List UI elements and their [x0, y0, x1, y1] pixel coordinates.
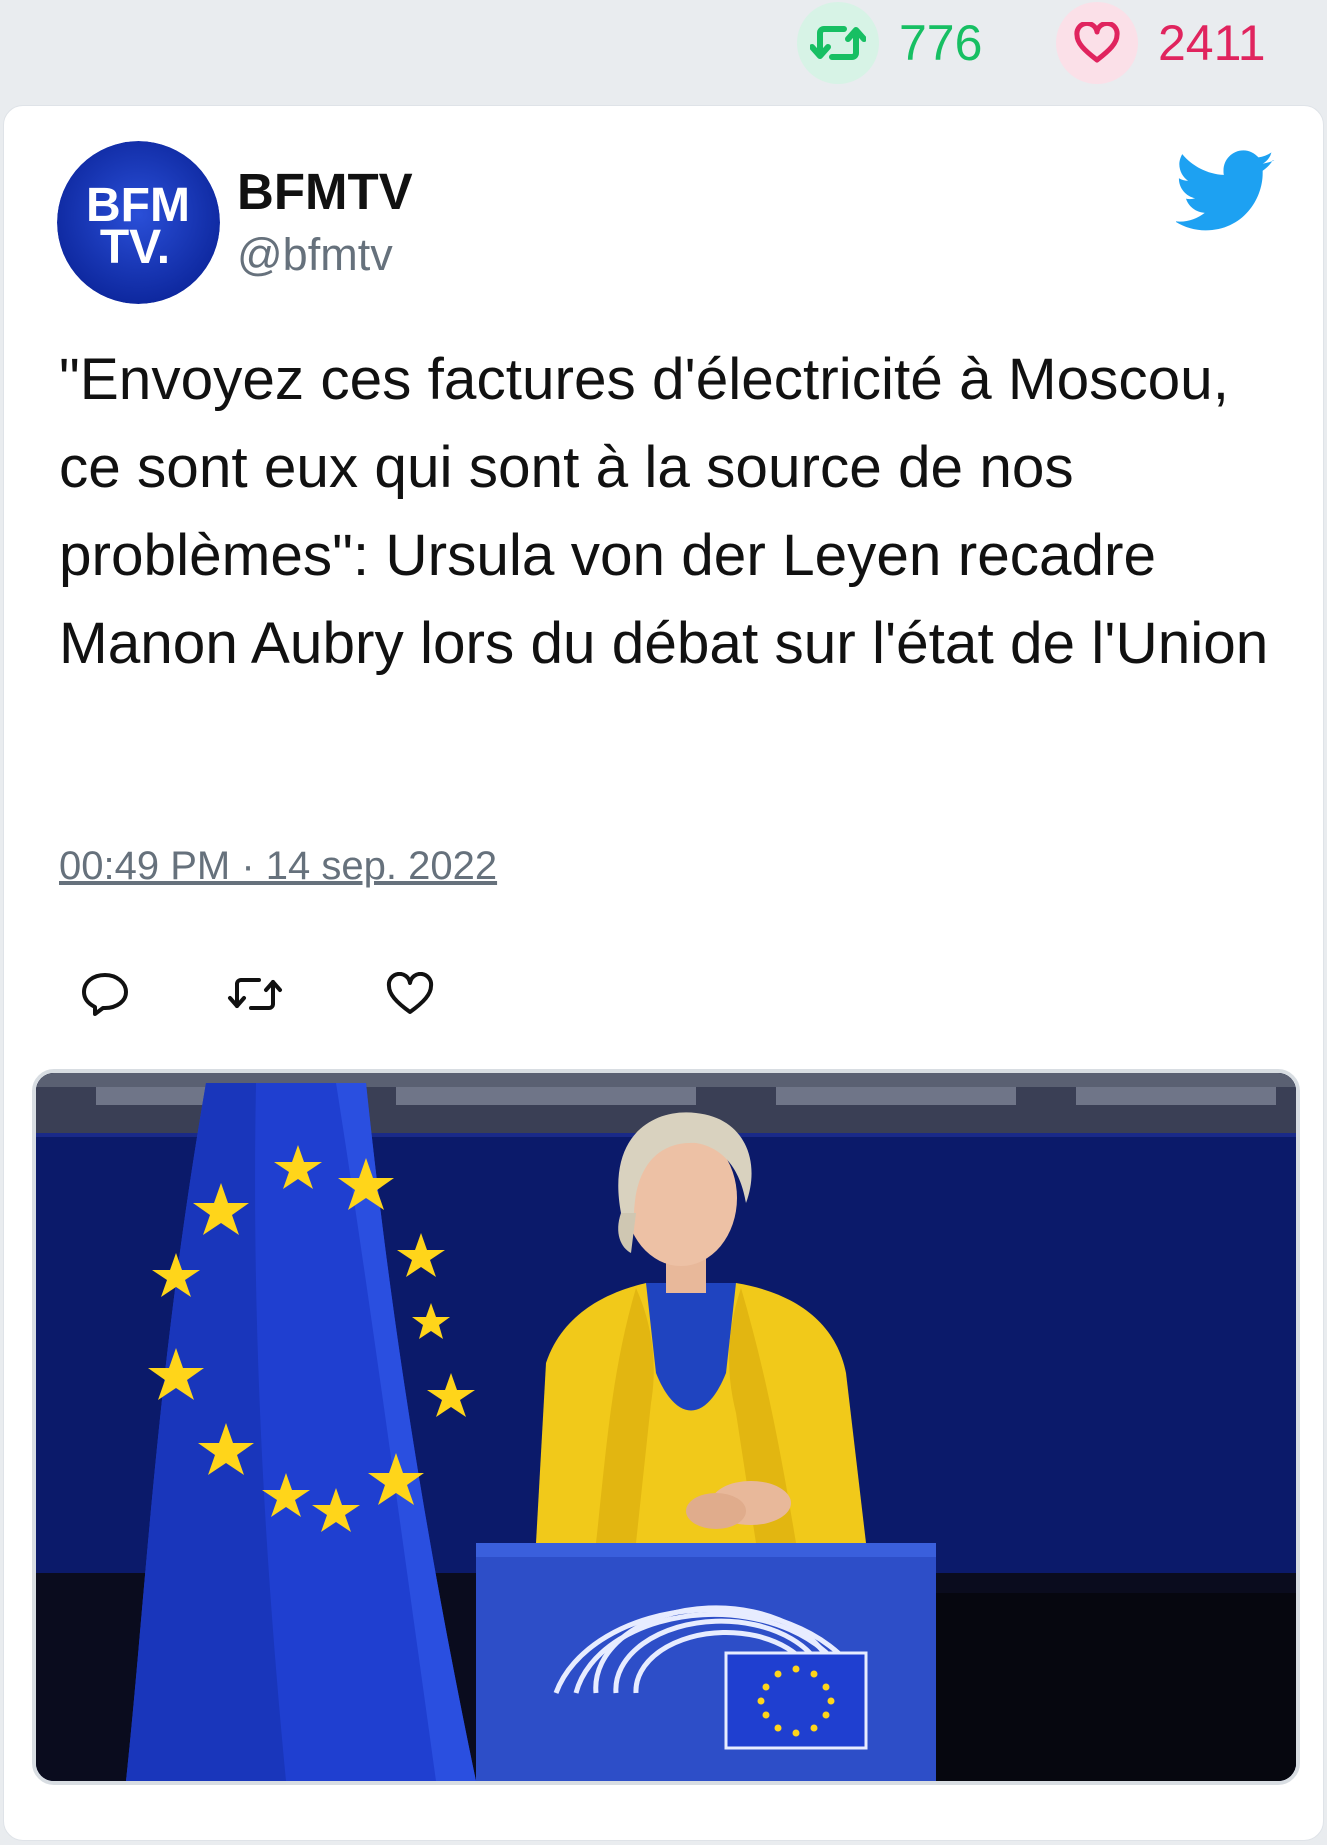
- twitter-bird-icon[interactable]: [1174, 150, 1276, 234]
- retweet-icon: [797, 2, 879, 84]
- like-stat[interactable]: 2411: [1056, 2, 1266, 84]
- avatar-logo-line-2: TV.: [100, 221, 170, 274]
- tweet-card: BFM TV. BFMTV @bfmtv "Envoyez ces factur…: [3, 105, 1324, 1841]
- author-avatar[interactable]: BFM TV.: [57, 141, 220, 304]
- retweet-icon[interactable]: [227, 966, 283, 1022]
- engagement-stats: 776 2411: [0, 0, 1327, 95]
- heart-icon: [1056, 2, 1138, 84]
- retweet-stat[interactable]: 776: [797, 2, 982, 84]
- like-icon[interactable]: [382, 966, 438, 1022]
- author-handle[interactable]: @bfmtv: [237, 232, 393, 277]
- reply-icon[interactable]: [77, 966, 133, 1022]
- like-count: 2411: [1158, 15, 1266, 71]
- retweet-count: 776: [899, 15, 983, 71]
- media-image: [36, 1073, 1296, 1781]
- tweet-text: "Envoyez ces factures d'électricité à Mo…: [59, 347, 1269, 676]
- tweet-media[interactable]: [32, 1069, 1300, 1785]
- tweet-timestamp[interactable]: 00:49 PM · 14 sep. 2022: [59, 846, 497, 886]
- author-name[interactable]: BFMTV: [237, 166, 413, 217]
